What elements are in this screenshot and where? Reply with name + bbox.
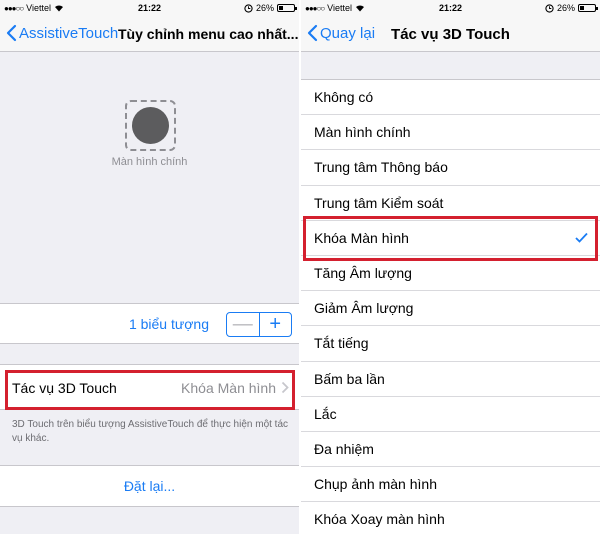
alarm-icon [244, 3, 253, 13]
chevron-left-icon [6, 24, 17, 42]
home-button-icon [132, 107, 169, 144]
list-item[interactable]: Màn hình chính [301, 115, 600, 151]
status-right: 26% [244, 3, 297, 13]
list-item-label: Bấm ba lần [314, 370, 385, 387]
nav-bar: Quay lại Tác vụ 3D Touch [301, 16, 600, 52]
menu-icon-label: Màn hình chính [111, 156, 188, 168]
list-item-label: Chụp ảnh màn hình [314, 476, 437, 493]
icon-count-label: 1 biểu tượng [128, 316, 209, 332]
status-right: 26% [545, 3, 598, 13]
list-item[interactable]: Trung tâm Thông báo [301, 150, 600, 186]
menu-icon-slot[interactable] [125, 100, 176, 151]
list-item[interactable]: Bấm ba lần [301, 362, 600, 397]
list-item-label: Giảm Âm lượng [314, 300, 414, 317]
list-item-label: Khóa Màn hình [314, 229, 409, 246]
list-item[interactable]: Giảm Âm lượng [301, 291, 600, 327]
list-item[interactable]: Tăng Âm lượng [301, 256, 600, 292]
alarm-icon [545, 3, 554, 13]
list-item-label: Không có [314, 89, 374, 105]
icon-count-row: 1 biểu tượng — + [0, 303, 299, 344]
increment-button[interactable]: + [260, 313, 292, 336]
list-item[interactable]: Trung tâm Kiểm soát [301, 186, 600, 221]
battery-icon [578, 4, 598, 12]
list-item-label: Trung tâm Kiểm soát [314, 194, 444, 211]
list-item[interactable]: Khóa Xoay màn hình [301, 502, 600, 534]
page-title: Tùy chỉnh menu cao nhất... [118, 26, 299, 42]
list-item-label: Trung tâm Thông báo [314, 159, 448, 176]
list-item[interactable]: Không có [301, 80, 600, 116]
list-item-label: Khóa Xoay màn hình [314, 511, 445, 528]
list-item[interactable]: Lắc [301, 397, 600, 432]
list-item[interactable]: Chụp ảnh màn hình [301, 467, 600, 503]
3d-touch-label: Tác vụ 3D Touch [12, 380, 117, 396]
chevron-right-icon [281, 381, 289, 394]
decrement-button[interactable]: — [227, 313, 260, 336]
list-item[interactable]: Đa nhiệm [301, 432, 600, 468]
battery-icon [277, 4, 297, 12]
action-list: Không có Màn hình chính Trung tâm Thông bá… [301, 79, 600, 534]
list-item-label: Tắt tiếng [314, 335, 369, 352]
3d-touch-value: Khóa Màn hình [181, 380, 276, 396]
list-item[interactable]: Khóa Màn hình [301, 221, 600, 256]
status-bar: ●●●○○ Viettel 21:22 26% [0, 0, 299, 16]
right-screen: ●●●○○ Viettel 21:22 26% Quay lại Tác vụ … [301, 0, 600, 534]
battery-percent: 26% [556, 3, 575, 13]
list-item[interactable]: Tắt tiếng [301, 326, 600, 362]
battery-percent: 26% [255, 3, 274, 13]
3d-touch-action-row[interactable]: Tác vụ 3D Touch Khóa Màn hình [0, 364, 299, 410]
left-screen: ●●●○○ Viettel 21:22 26% AssistiveTouch T… [0, 0, 299, 534]
list-item-label: Tăng Âm lượng [314, 264, 412, 281]
reset-button[interactable]: Đặt lại... [0, 478, 299, 494]
nav-bar: AssistiveTouch Tùy chỉnh menu cao nhất..… [0, 16, 299, 52]
back-label: AssistiveTouch [19, 24, 119, 42]
list-item-label: Đa nhiệm [314, 440, 374, 457]
status-bar: ●●●○○ Viettel 21:22 26% [301, 0, 600, 16]
checkmark-icon [575, 232, 588, 243]
back-button[interactable]: AssistiveTouch [6, 24, 118, 42]
3d-touch-footnote: 3D Touch trên biểu tượng AssistiveTouch … [12, 419, 289, 444]
list-item-label: Lắc [314, 405, 337, 422]
icon-count-stepper: — + [226, 312, 292, 337]
page-title: Tác vụ 3D Touch [391, 26, 510, 43]
list-item-label: Màn hình chính [314, 124, 411, 141]
reset-row[interactable]: Đặt lại... [0, 465, 299, 507]
